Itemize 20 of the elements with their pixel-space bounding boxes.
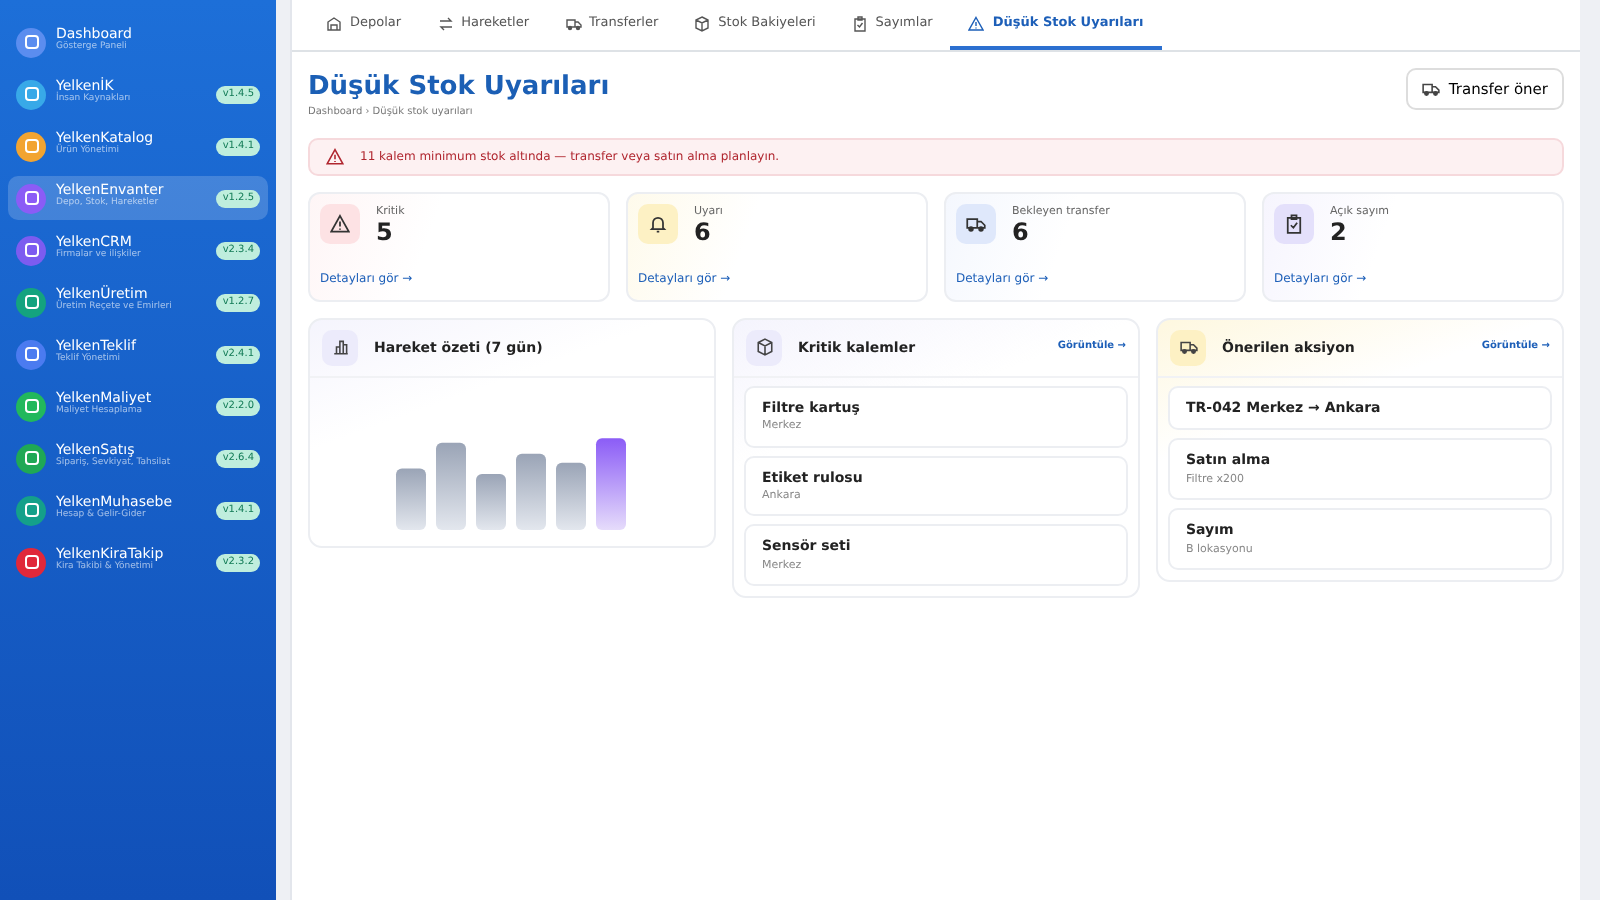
- arrows-icon: [437, 15, 454, 32]
- truck-icon: [1179, 338, 1197, 357]
- stat-value: 6: [1012, 220, 1031, 244]
- warehouse-icon: [326, 15, 342, 32]
- warning-icon: [330, 213, 350, 234]
- truck-icon: [1422, 79, 1441, 98]
- truck-icon: [966, 213, 986, 234]
- warning-icon: [326, 147, 344, 166]
- truck-icon: [565, 15, 582, 32]
- warning-icon: [968, 15, 985, 32]
- stat-value: 2: [1330, 220, 1349, 244]
- bell-icon: [648, 213, 668, 234]
- stat-value: 5: [376, 220, 395, 244]
- clipboard-icon: [1284, 213, 1304, 234]
- stat-value: 6: [694, 220, 713, 244]
- bar-chart-icon: [331, 338, 349, 357]
- clipboard-icon: [851, 15, 868, 32]
- box-icon: [755, 338, 773, 357]
- page-title: Düşük Stok Uyarıları: [308, 69, 610, 106]
- box-icon: [694, 15, 711, 32]
